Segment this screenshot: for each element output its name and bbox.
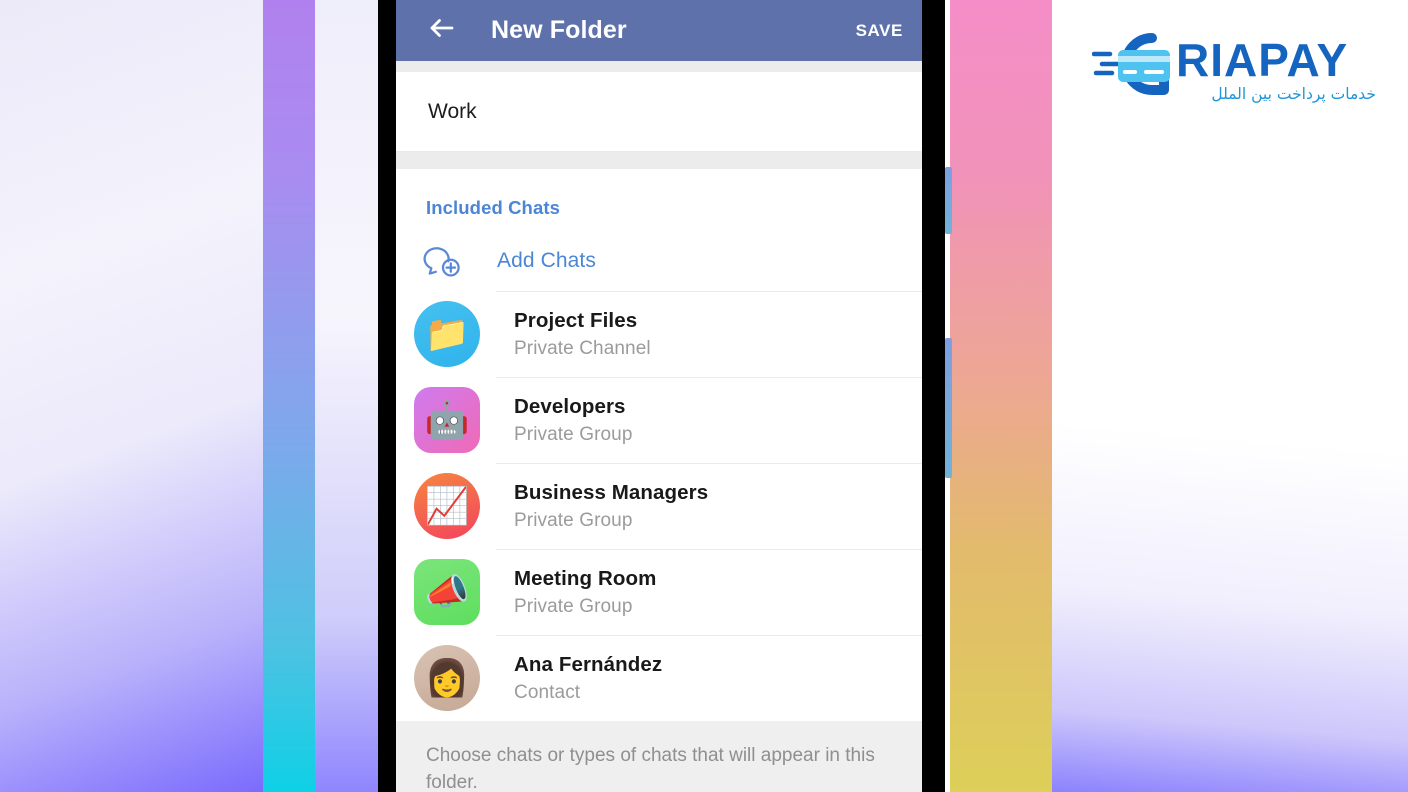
chat-row[interactable]: 🤖 Developers Private Group: [396, 377, 922, 463]
save-button[interactable]: SAVE: [856, 21, 903, 41]
arrow-left-icon: [427, 13, 457, 48]
background-left-gradient: [0, 0, 264, 792]
chat-row-title: Developers: [514, 394, 626, 418]
chat-bubble-plus-icon: [418, 240, 468, 282]
riapay-wordmark: RIAPAY: [1176, 34, 1348, 86]
background-right-gradient: [1052, 0, 1408, 792]
phone-frame: New Folder SAVE Work Included Chats Add …: [378, 0, 945, 792]
chat-row-subtitle: Contact: [514, 681, 581, 703]
chat-row-text: Ana Fernández Contact: [514, 653, 662, 704]
chat-row[interactable]: 📈 Business Managers Private Group: [396, 463, 922, 549]
chat-row-text: Developers Private Group: [514, 395, 633, 446]
footer-note-section: Choose chats or types of chats that will…: [396, 721, 922, 792]
folder-name-section: Work: [396, 72, 922, 152]
chat-row-subtitle: Private Group: [514, 595, 633, 617]
chat-row-divider: [496, 291, 922, 292]
chat-row[interactable]: 📁 Project Files Private Channel: [396, 291, 922, 377]
folder-name-underline: [396, 151, 922, 152]
background-right-band: [950, 0, 1052, 792]
chat-list: 📁 Project Files Private Channel 🤖 Developers…: [396, 291, 922, 721]
chat-row-text: Business Managers Private Group: [514, 481, 708, 532]
avatar-developers: 🤖: [414, 387, 480, 453]
back-button[interactable]: [414, 3, 470, 59]
chat-row-subtitle: Private Group: [514, 509, 633, 531]
included-chats-header: Included Chats: [426, 197, 560, 218]
chat-row-divider: [496, 549, 922, 550]
folder-name-input[interactable]: Work: [428, 100, 477, 124]
chat-row-title: Project Files: [514, 308, 638, 332]
riapay-logo: RIAPAY خدمات پرداخت بین الملل: [1091, 28, 1382, 106]
avatar-business-managers: 📈: [414, 473, 480, 539]
chat-row-title: Business Managers: [514, 480, 709, 504]
chat-row-subtitle: Private Group: [514, 423, 633, 445]
add-chats-label: Add Chats: [497, 249, 596, 272]
chat-row[interactable]: 📣 Meeting Room Private Group: [396, 549, 922, 635]
phone-volume-button-up[interactable]: [945, 167, 952, 234]
section-divider-top: [396, 61, 922, 72]
avatar-meeting-room: 📣: [414, 559, 480, 625]
app-bar: New Folder SAVE: [396, 0, 922, 61]
included-chats-section: Included Chats Add Chats 📁 Project Files P…: [396, 169, 922, 721]
avatar-project-files: 📁: [414, 301, 480, 367]
chat-row-title: Ana Fernández: [514, 652, 663, 676]
chat-row-text: Project Files Private Channel: [514, 309, 651, 360]
section-divider-mid: [396, 152, 922, 169]
phone-volume-button-down[interactable]: [945, 338, 952, 478]
footer-note-text: Choose chats or types of chats that will…: [426, 745, 875, 792]
phone-screen: New Folder SAVE Work Included Chats Add …: [396, 0, 922, 792]
background-left-band: [263, 0, 315, 792]
chat-row-divider: [496, 377, 922, 378]
chat-row-divider: [496, 635, 922, 636]
add-chats-row[interactable]: Add Chats: [396, 231, 922, 291]
page-title: New Folder: [491, 16, 627, 44]
chat-row-subtitle: Private Channel: [514, 337, 651, 359]
riapay-tagline: خدمات پرداخت بین الملل: [1211, 85, 1376, 103]
background-left-gap: [315, 0, 378, 792]
chat-row[interactable]: 👩 Ana Fernández Contact: [396, 635, 922, 721]
chat-row-title: Meeting Room: [514, 566, 657, 590]
chat-row-text: Meeting Room Private Group: [514, 567, 656, 618]
avatar-ana-fernandez: 👩: [414, 645, 480, 711]
chat-row-divider: [496, 463, 922, 464]
